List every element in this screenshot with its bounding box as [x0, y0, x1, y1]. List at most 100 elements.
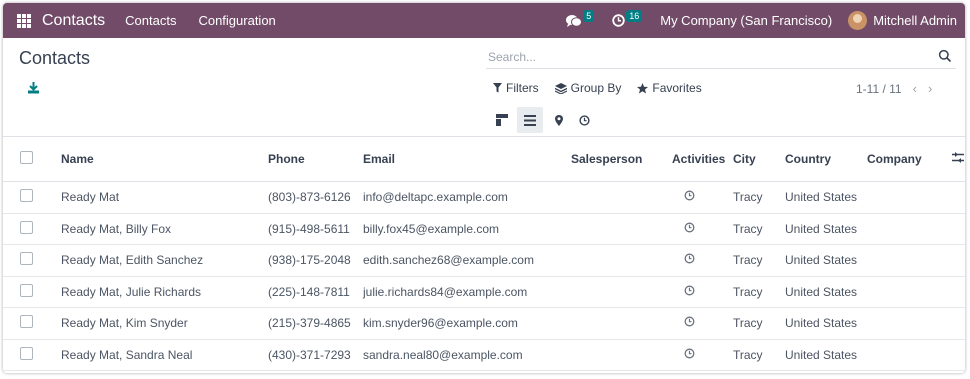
- cell-country[interactable]: United States: [785, 213, 867, 245]
- row-checkbox[interactable]: [20, 189, 33, 203]
- cell-phone[interactable]: (803)-873-6126: [268, 181, 363, 214]
- pager-next-icon[interactable]: ›: [928, 81, 932, 96]
- download-icon[interactable]: [27, 81, 40, 94]
- activities-menu[interactable]: 16: [612, 9, 643, 27]
- activity-clock-icon[interactable]: [684, 222, 695, 233]
- column-header-country[interactable]: Country: [785, 137, 867, 182]
- cell-activities[interactable]: [672, 181, 733, 214]
- cell-phone[interactable]: (225)-148-7811: [268, 276, 363, 308]
- cell-phone[interactable]: (215)-379-4865: [268, 307, 363, 340]
- column-header-salesperson[interactable]: Salesperson: [571, 137, 672, 182]
- company-switcher[interactable]: My Company (San Francisco): [660, 13, 832, 28]
- table-row[interactable]: Ready Mat, Kim Snyder (215)-379-4865 kim.s…: [3, 307, 965, 340]
- cell-country[interactable]: United States: [785, 181, 867, 214]
- search-icon[interactable]: [938, 49, 952, 63]
- cell-email[interactable]: kim.snyder96@example.com: [363, 307, 571, 340]
- activity-view-button[interactable]: [571, 107, 597, 133]
- column-header-name[interactable]: Name: [61, 137, 268, 182]
- table-row[interactable]: Ready Mat (803)-873-6126 info@deltapc.exam…: [3, 181, 965, 214]
- app-brand[interactable]: Contacts: [42, 12, 105, 30]
- cell-name[interactable]: Ready Mat, Edith Sanchez: [61, 244, 268, 277]
- pager-value[interactable]: 1-11 / 11: [856, 82, 902, 96]
- cell-company[interactable]: [867, 307, 952, 340]
- cell-company[interactable]: [867, 244, 952, 277]
- row-checkbox[interactable]: [20, 283, 33, 297]
- cell-email[interactable]: julie.richards84@example.com: [363, 276, 571, 308]
- cell-salesperson[interactable]: [571, 276, 672, 308]
- row-checkbox[interactable]: [20, 346, 33, 360]
- cell-name[interactable]: Ready Mat: [61, 181, 268, 214]
- cell-name[interactable]: Ready Mat, Julie Richards: [61, 276, 268, 308]
- column-header-city[interactable]: City: [733, 137, 785, 182]
- pager-previous-icon[interactable]: ‹: [913, 81, 917, 96]
- table-row[interactable]: Ready Mat, Edith Sanchez (938)-175-2048 ed…: [3, 244, 965, 277]
- row-checkbox[interactable]: [20, 315, 33, 329]
- cell-country[interactable]: United States: [785, 339, 867, 371]
- cell-company[interactable]: [867, 213, 952, 245]
- cell-email[interactable]: edith.sanchez68@example.com: [363, 244, 571, 277]
- cell-name[interactable]: Ready Mat, Kim Snyder: [61, 307, 268, 340]
- activity-clock-icon[interactable]: [684, 348, 695, 359]
- cell-activities[interactable]: [672, 213, 733, 245]
- activity-clock-icon[interactable]: [684, 190, 695, 201]
- row-checkbox[interactable]: [20, 220, 33, 234]
- column-header-phone[interactable]: Phone: [268, 137, 363, 182]
- column-header-company[interactable]: Company: [867, 137, 952, 182]
- table-header-row: Name Phone Email Salesperson Activities …: [3, 137, 965, 182]
- search-input[interactable]: [486, 50, 920, 64]
- cell-name[interactable]: Ready Mat, Billy Fox: [61, 213, 268, 245]
- user-avatar[interactable]: [848, 11, 868, 30]
- cell-activities[interactable]: [672, 244, 733, 277]
- menu-configuration[interactable]: Configuration: [198, 13, 275, 28]
- menu-contacts[interactable]: Contacts: [125, 13, 176, 28]
- select-all-checkbox[interactable]: [20, 151, 33, 164]
- pager: 1-11 / 11 ‹ ›: [856, 81, 932, 96]
- column-header-activities[interactable]: Activities: [672, 137, 733, 182]
- cell-country[interactable]: United States: [785, 307, 867, 340]
- cell-salesperson[interactable]: [571, 307, 672, 340]
- table-row[interactable]: Ready Mat, Billy Fox (915)-498-5611 billy.…: [3, 213, 965, 245]
- cell-activities[interactable]: [672, 307, 733, 340]
- cell-email[interactable]: info@deltapc.example.com: [363, 181, 571, 214]
- cell-city[interactable]: Tracy: [733, 339, 785, 371]
- cell-email[interactable]: sandra.neal80@example.com: [363, 339, 571, 371]
- cell-city[interactable]: Tracy: [733, 213, 785, 245]
- cell-phone[interactable]: (938)-175-2048: [268, 244, 363, 277]
- kanban-view-button[interactable]: [489, 107, 515, 133]
- list-view-button[interactable]: [517, 107, 543, 133]
- cell-email[interactable]: billy.fox45@example.com: [363, 213, 571, 245]
- column-header-email[interactable]: Email: [363, 137, 571, 182]
- cell-salesperson[interactable]: [571, 244, 672, 277]
- cell-city[interactable]: Tracy: [733, 276, 785, 308]
- activity-clock-icon[interactable]: [684, 316, 695, 327]
- cell-company[interactable]: [867, 181, 952, 214]
- apps-menu-icon[interactable]: [17, 13, 31, 28]
- group-by-button[interactable]: Group By: [554, 81, 621, 95]
- cell-city[interactable]: Tracy: [733, 181, 785, 214]
- cell-country[interactable]: United States: [785, 276, 867, 308]
- cell-phone[interactable]: (915)-498-5611: [268, 213, 363, 245]
- favorites-button[interactable]: Favorites: [637, 81, 702, 95]
- row-checkbox[interactable]: [20, 252, 33, 266]
- column-settings-icon[interactable]: [952, 152, 964, 163]
- table-row[interactable]: Ready Mat, Sandra Neal (430)-371-7293 sand…: [3, 339, 965, 371]
- table-row[interactable]: Ready Mat, Julie Richards (225)-148-7811 j…: [3, 276, 965, 308]
- cell-country[interactable]: United States: [785, 244, 867, 277]
- map-view-button[interactable]: [546, 107, 572, 133]
- cell-name[interactable]: Ready Mat, Sandra Neal: [61, 339, 268, 371]
- cell-city[interactable]: Tracy: [733, 307, 785, 340]
- cell-phone[interactable]: (430)-371-7293: [268, 339, 363, 371]
- filters-button[interactable]: Filters: [493, 81, 539, 95]
- cell-salesperson[interactable]: [571, 213, 672, 245]
- cell-activities[interactable]: [672, 276, 733, 308]
- cell-city[interactable]: Tracy: [733, 244, 785, 277]
- user-menu[interactable]: Mitchell Admin: [873, 13, 957, 28]
- cell-salesperson[interactable]: [571, 339, 672, 371]
- cell-company[interactable]: [867, 276, 952, 308]
- cell-activities[interactable]: [672, 339, 733, 371]
- cell-company[interactable]: [867, 339, 952, 371]
- activity-clock-icon[interactable]: [684, 253, 695, 264]
- activity-clock-icon[interactable]: [684, 285, 695, 296]
- cell-salesperson[interactable]: [571, 181, 672, 214]
- messaging-menu[interactable]: 5: [566, 9, 595, 28]
